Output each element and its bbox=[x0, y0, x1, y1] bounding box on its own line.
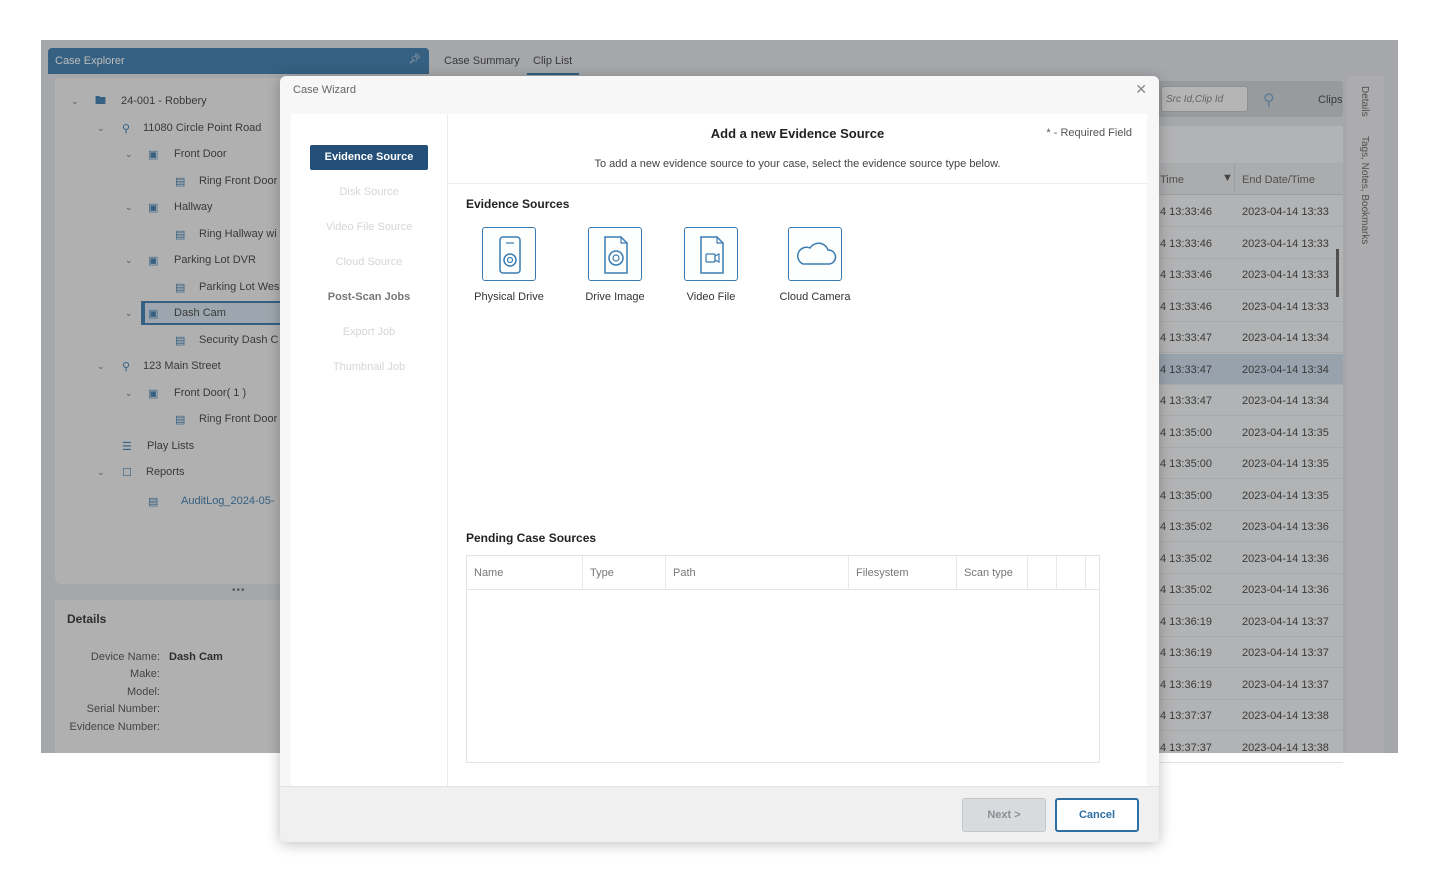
next-button[interactable]: Next > bbox=[962, 798, 1046, 832]
source-cloud-camera[interactable]: Cloud Camera bbox=[767, 227, 863, 311]
source-label: Cloud Camera bbox=[779, 291, 851, 303]
step-evidence-source[interactable]: Evidence Source bbox=[310, 145, 428, 170]
column-path[interactable]: Path bbox=[666, 556, 849, 590]
source-drive-image[interactable]: Drive Image bbox=[567, 227, 663, 311]
step-cloud-source: Cloud Source bbox=[335, 256, 403, 268]
column-extra-2 bbox=[1057, 556, 1086, 590]
cloud-camera-icon[interactable] bbox=[788, 227, 842, 281]
case-wizard-dialog: Case Wizard ✕ Evidence Source Disk Sourc… bbox=[280, 76, 1159, 842]
step-video-file-source: Video File Source bbox=[325, 221, 413, 233]
column-name[interactable]: Name bbox=[467, 556, 583, 590]
pending-sources-heading: Pending Case Sources bbox=[466, 531, 597, 545]
physical-drive-icon[interactable] bbox=[482, 227, 536, 281]
dialog-title: Case Wizard bbox=[293, 84, 356, 96]
wizard-form: Add a new Evidence Source * - Required F… bbox=[448, 114, 1147, 786]
source-label: Physical Drive bbox=[474, 291, 544, 303]
form-header: Add a new Evidence Source * - Required F… bbox=[448, 114, 1147, 184]
column-extra-1 bbox=[1028, 556, 1057, 590]
form-description: To add a new evidence source to your cas… bbox=[594, 158, 1001, 170]
cancel-button[interactable]: Cancel bbox=[1055, 798, 1139, 832]
form-title: Add a new Evidence Source bbox=[710, 126, 885, 141]
drive-image-icon[interactable] bbox=[588, 227, 642, 281]
source-label: Drive Image bbox=[585, 291, 645, 303]
column-scan-type[interactable]: Scan type bbox=[957, 556, 1028, 590]
step-export-job: Export Job bbox=[342, 326, 396, 338]
column-filesystem[interactable]: Filesystem bbox=[849, 556, 957, 590]
dialog-content: Evidence Source Disk Source Video File S… bbox=[291, 114, 1147, 786]
step-post-scan-jobs: Post-Scan Jobs bbox=[327, 291, 411, 303]
pending-table-header: Name Type Path Filesystem Scan type bbox=[467, 556, 1099, 590]
video-file-icon[interactable] bbox=[684, 227, 738, 281]
column-type[interactable]: Type bbox=[583, 556, 666, 590]
dialog-footer: Next > Cancel bbox=[280, 786, 1159, 842]
wizard-steps: Evidence Source Disk Source Video File S… bbox=[291, 114, 448, 786]
close-icon[interactable]: ✕ bbox=[1135, 81, 1147, 98]
evidence-sources-heading: Evidence Sources bbox=[466, 197, 570, 211]
pending-sources-table: Name Type Path Filesystem Scan type bbox=[466, 555, 1100, 763]
source-physical-drive[interactable]: Physical Drive bbox=[461, 227, 557, 311]
step-thumbnail-job: Thumbnail Job bbox=[332, 361, 406, 373]
source-label: Video File bbox=[686, 291, 736, 303]
required-field-note: * - Required Field bbox=[1046, 127, 1132, 139]
step-disk-source: Disk Source bbox=[339, 186, 399, 198]
source-video-file[interactable]: Video File bbox=[663, 227, 759, 311]
